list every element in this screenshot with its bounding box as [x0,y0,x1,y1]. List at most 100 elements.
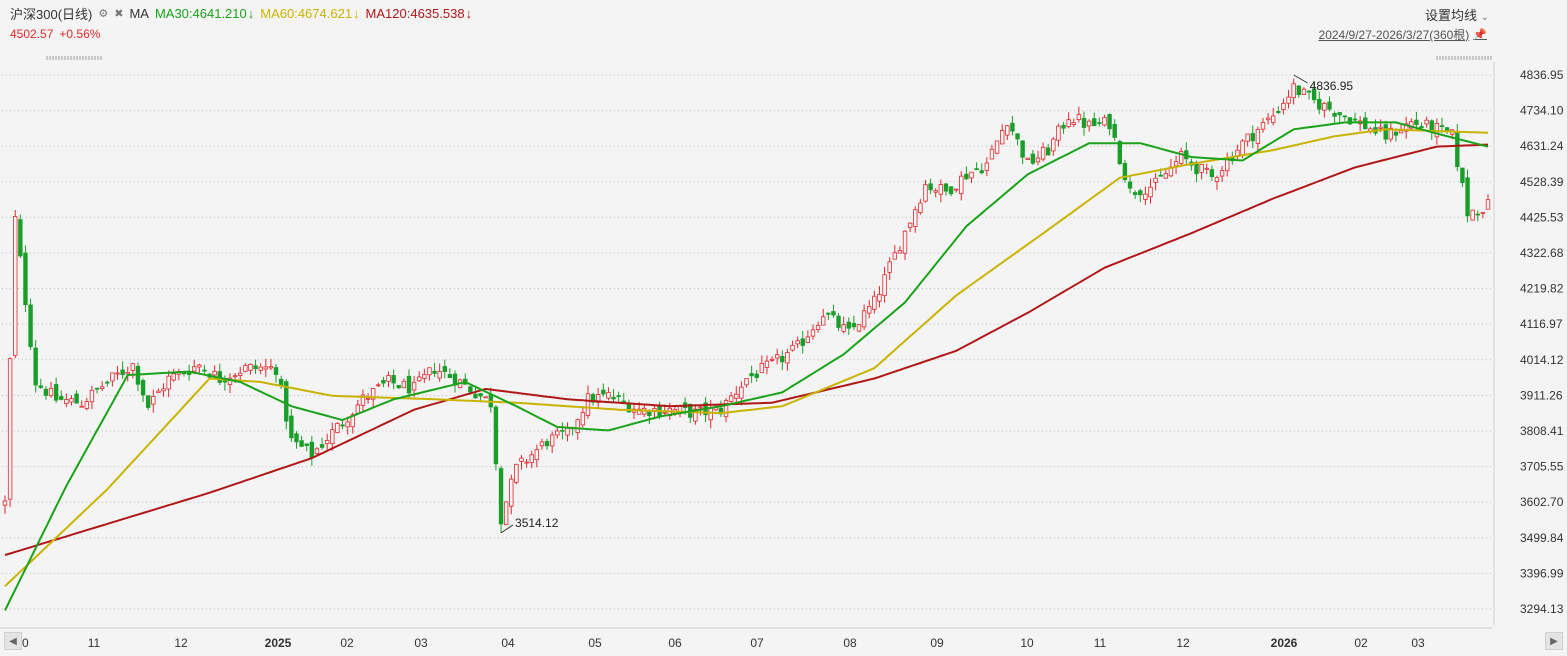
candle [1081,117,1087,128]
candle [539,441,545,447]
candle [994,140,1000,154]
candle [1271,115,1276,123]
candle [877,294,882,302]
candle [1143,193,1148,200]
candle [1138,190,1143,196]
candle [810,329,816,337]
y-tick-label: 4322.68 [1520,246,1564,260]
candle [1419,126,1424,129]
y-tick-label: 4116.97 [1520,317,1563,331]
candle [28,304,33,348]
candle [785,352,790,364]
candle [1020,140,1025,158]
ma30-line [4,121,1489,611]
candle [821,316,826,326]
candle [273,367,279,375]
candle [1035,157,1041,163]
candle [1153,177,1158,183]
x-tick-label: 03 [1411,636,1425,650]
x-tick-label: 11 [88,636,101,650]
candle [156,390,161,394]
candle [268,366,274,369]
low-pointer [500,524,514,534]
candle [437,371,442,379]
candle [253,365,258,370]
scroll-right-icon[interactable]: ▶ [1545,632,1563,650]
candle [1071,122,1076,125]
candle [872,295,877,310]
candle [969,171,974,179]
high-label: 4836.95 [1310,79,1354,93]
candle [1112,124,1117,138]
candle [1414,119,1419,125]
candle [161,388,166,392]
candle [64,399,69,405]
candle [473,393,478,399]
candle [1061,124,1066,129]
y-tick-label: 4425.53 [1520,210,1564,224]
candle [1097,122,1102,124]
candle [1127,181,1133,189]
candle [1219,170,1225,177]
candle [151,396,156,405]
candle [1465,177,1470,217]
candle [1475,213,1480,216]
candle [1332,113,1337,117]
x-tick-label: 07 [750,636,764,650]
candle [130,363,136,371]
candle [493,406,499,465]
candle [902,230,908,254]
candle [601,389,606,395]
candle [723,400,729,418]
candle [928,183,933,191]
candle [1046,147,1051,156]
candle [984,162,990,171]
scroll-left-icon[interactable]: ◀ [4,632,22,650]
candle [1102,116,1107,126]
candle [897,250,903,254]
candle [514,463,519,483]
y-tick-label: 4836.95 [1520,68,1564,82]
candle [125,372,130,375]
candle [345,421,350,428]
candle [417,376,422,382]
candle [943,183,949,192]
candle [263,366,269,370]
candle [933,190,938,193]
candle [887,261,892,273]
candle [979,170,984,174]
candle [115,372,120,375]
candle [84,401,90,409]
candle [815,324,821,330]
candle [1066,119,1071,127]
candle [831,311,836,316]
candle [1265,117,1271,121]
candle [304,443,309,446]
candle [1158,174,1163,177]
candle [105,381,110,384]
candle [13,216,18,356]
candle [69,398,74,403]
candle [1025,157,1030,160]
candle [1327,101,1332,110]
y-tick-label: 4631.24 [1520,139,1564,153]
candle [1460,167,1465,183]
candle [938,184,944,195]
candle [120,369,125,376]
ma120-line [4,143,1489,556]
candlestick-chart[interactable]: 4836.95 4734.10 4631.24 4528.39 4425.53 4322.… [0,0,1567,656]
candle [248,364,253,371]
candle [1132,192,1138,196]
candle [422,374,427,379]
x-tick-label: 02 [1354,636,1368,650]
candle [1056,125,1061,141]
candle [1337,112,1342,116]
candle [171,373,176,381]
candle [1393,131,1399,136]
candle [23,252,28,306]
x-tick-label: 10 [1020,636,1034,650]
candle [186,372,192,375]
x-tick-label: 05 [588,636,602,650]
candle [795,340,800,345]
candle [396,385,401,389]
